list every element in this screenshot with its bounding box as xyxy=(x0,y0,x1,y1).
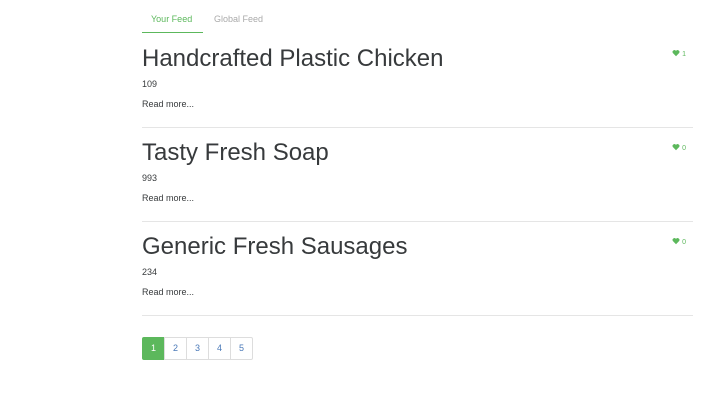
article-preview: Tasty Fresh Soap 993 Read more... 0 xyxy=(142,128,693,222)
heart-icon xyxy=(672,50,680,57)
article-description: 109 xyxy=(142,79,158,89)
feed-tabs: Your Feed Global Feed xyxy=(142,0,693,34)
feed-container: Your Feed Global Feed Handcrafted Plasti… xyxy=(142,0,693,360)
article-title[interactable]: Generic Fresh Sausages xyxy=(142,232,407,262)
page-link-4[interactable]: 4 xyxy=(208,337,231,360)
article-title[interactable]: Tasty Fresh Soap xyxy=(142,138,329,168)
article-description: 993 xyxy=(142,173,158,183)
article-description: 234 xyxy=(142,267,158,277)
heart-icon xyxy=(672,238,680,245)
heart-icon xyxy=(672,144,680,151)
read-more-link[interactable]: Read more... xyxy=(142,99,194,109)
page-link-1[interactable]: 1 xyxy=(142,337,165,360)
like-button[interactable]: 1 xyxy=(672,49,686,58)
like-button[interactable]: 0 xyxy=(672,237,686,246)
page-link-3[interactable]: 3 xyxy=(186,337,209,360)
like-count: 0 xyxy=(682,239,686,246)
article-preview: Generic Fresh Sausages 234 Read more... … xyxy=(142,222,693,316)
like-button[interactable]: 0 xyxy=(672,143,686,152)
read-more-link[interactable]: Read more... xyxy=(142,193,194,203)
tab-your-feed[interactable]: Your Feed xyxy=(142,6,203,33)
like-count: 1 xyxy=(682,51,686,58)
tab-global-feed[interactable]: Global Feed xyxy=(205,6,272,33)
page-link-2[interactable]: 2 xyxy=(164,337,187,360)
pagination: 1 2 3 4 5 xyxy=(142,337,253,360)
read-more-link[interactable]: Read more... xyxy=(142,287,194,297)
article-title[interactable]: Handcrafted Plastic Chicken xyxy=(142,44,443,74)
page-link-5[interactable]: 5 xyxy=(230,337,253,360)
article-preview: Handcrafted Plastic Chicken 109 Read mor… xyxy=(142,34,693,128)
like-count: 0 xyxy=(682,145,686,152)
